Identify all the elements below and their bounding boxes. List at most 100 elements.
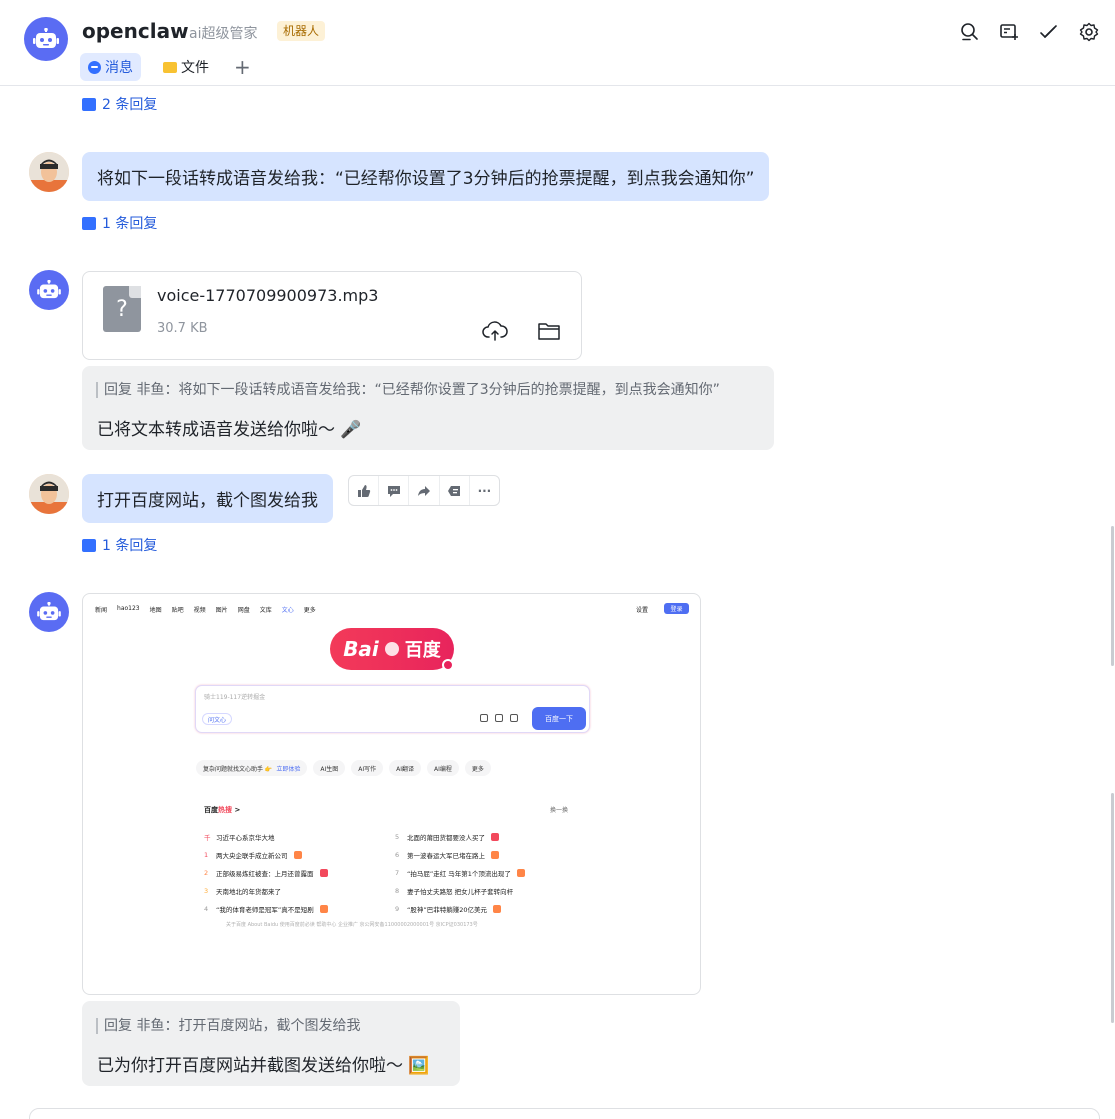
hot-item: 3 天南地北的年货都来了 <box>204 882 328 900</box>
user-avatar[interactable] <box>29 474 69 514</box>
add-tab-button[interactable]: + <box>228 53 257 81</box>
baidu-logo-bai: Bai <box>343 637 379 661</box>
baidu-nav-item: 文库 <box>259 607 272 614</box>
hot-rank: 5 <box>395 833 400 841</box>
header-actions <box>957 20 1101 44</box>
tab-files-label: 文件 <box>181 60 209 76</box>
hot-text: 习近平心系京华大地 <box>216 834 275 842</box>
cloud-upload-icon[interactable] <box>482 318 508 344</box>
chip-label: AI编程 <box>434 765 452 773</box>
forward-icon[interactable] <box>409 476 440 505</box>
check-icon[interactable] <box>1037 20 1061 44</box>
baidu-nav-item: 地图 <box>149 607 162 614</box>
hot-text: “股神”巴菲特躺赚20亿美元 <box>407 906 488 914</box>
scrollbar-thumb[interactable] <box>1111 526 1114 666</box>
tab-messages-label: 消息 <box>105 60 133 76</box>
baidu-search-box: 骑士119-117逆转掘金 问文心 百度一下 <box>195 685 590 733</box>
user-avatar[interactable] <box>29 152 69 192</box>
message-text: 已为你打开百度网站并截图发送给你啦～ 🖼️ <box>97 1056 430 1076</box>
thread-reply-link[interactable]: 1 条回复 <box>82 534 158 555</box>
baidu-nav-item: 图片 <box>215 607 228 614</box>
baidu-paw-icon <box>384 642 399 656</box>
hot-rank: 9 <box>395 905 400 913</box>
message-icon <box>88 60 101 74</box>
hot-item: 8 妻子怕丈夫路怒 把女儿杯子套转向杆 <box>395 882 525 900</box>
hot-item: 1 两大央企联手成立新公司 <box>204 846 328 864</box>
hot-text: 北面的莆田货都要没人买了 <box>407 834 485 842</box>
pin-icon[interactable] <box>440 476 470 505</box>
chip-label: AI生图 <box>320 765 339 773</box>
chevron-right-icon: > <box>234 806 241 814</box>
hot-tag-icon <box>319 869 328 877</box>
hot-rank: 千 <box>204 834 211 842</box>
reply-count: 2 条回复 <box>102 97 158 113</box>
baidu-screenshot-image[interactable]: 新闻 hao123 地图 贴吧 视频 图片 网盘 文库 文心 更多 设置 登录 … <box>82 593 701 995</box>
bot-reply-bubble[interactable]: 回复 非鱼：将如下一段话转成语音发给我：“已经帮你设置了3分钟后的抢票提醒，到点… <box>82 366 774 450</box>
hot-rank: 3 <box>204 887 209 895</box>
scrollbar-thumb[interactable] <box>1111 793 1114 1023</box>
hot-title-text: 百度 <box>204 806 218 814</box>
hot-rank: 1 <box>204 851 209 859</box>
file-name: voice-1770709900973.mp3 <box>157 286 379 305</box>
quoted-message: 回复 非鱼：将如下一段话转成语音发给我：“已经帮你设置了3分钟后的抢票提醒，到点… <box>96 382 720 398</box>
baidu-settings: 设置 <box>636 607 649 614</box>
file-size: 30.7 KB <box>157 321 208 336</box>
new-tag-icon <box>319 905 328 913</box>
chat-subtitle: ai超级管家 <box>189 26 258 42</box>
robot-icon <box>33 28 59 48</box>
user-photo <box>29 152 69 192</box>
bot-avatar[interactable] <box>24 17 68 61</box>
search-icon[interactable] <box>957 20 981 44</box>
more-icon[interactable]: ··· <box>470 476 499 505</box>
chip-label: AI写作 <box>358 765 377 773</box>
hot-item: 2 正部级易炼红被查：上月还曾露面 <box>204 864 328 882</box>
reply-count: 1 条回复 <box>102 216 158 232</box>
file-attachment-card[interactable]: ? voice-1770709900973.mp3 30.7 KB <box>82 271 582 360</box>
chip-label: 复杂问题就找文心助手 👉 <box>203 765 273 773</box>
user-message-bubble[interactable]: 打开百度网站，截个图发给我 <box>82 474 333 523</box>
unknown-file-icon: ? <box>103 286 141 332</box>
attach-icon <box>495 714 503 722</box>
baidu-refresh: 换一换 <box>550 807 569 814</box>
message-input[interactable] <box>29 1108 1100 1119</box>
settings-icon[interactable] <box>1077 20 1101 44</box>
hot-text: “拍马屁”走红 马年第1个顶流出现了 <box>407 870 511 878</box>
thumbs-up-icon[interactable] <box>349 476 380 505</box>
baidu-nav-item: 视频 <box>193 607 206 614</box>
robot-icon <box>37 602 61 621</box>
baidu-chip: 更多 <box>464 760 491 776</box>
hot-item: 4 “我的体育老师是冠军”真不是短剧 <box>204 900 328 918</box>
new-tag-icon <box>293 851 302 859</box>
new-tag-icon <box>516 869 525 877</box>
hot-item: 5 北面的莆田货都要没人买了 <box>395 828 525 846</box>
reply-thread-icon <box>82 534 96 552</box>
message-text: 已将文本转成语音发送给你啦～ 🎤 <box>97 420 362 440</box>
hot-rank: 4 <box>204 905 209 913</box>
user-message-bubble[interactable]: 将如下一段话转成语音发给我：“已经帮你设置了3分钟后的抢票提醒，到点我会通知你” <box>82 152 770 201</box>
baidu-wenxin-chip: 问文心 <box>202 713 233 725</box>
scrollbar[interactable] <box>1111 86 1115 1119</box>
folder-open-icon[interactable] <box>536 318 562 344</box>
image-icon <box>510 714 518 722</box>
play-icon <box>442 659 454 671</box>
baidu-chip: AI翻译 <box>389 760 422 776</box>
bot-avatar[interactable] <box>29 592 69 632</box>
new-tag-icon <box>491 851 499 859</box>
bot-reply-bubble[interactable]: 回复 非鱼：打开百度网站，截个图发给我 已为你打开百度网站并截图发送给你啦～ 🖼… <box>82 1001 460 1086</box>
baidu-hot-title: 百度热搜 > <box>204 805 240 815</box>
tab-files[interactable]: 文件 <box>155 53 217 81</box>
baidu-search-button: 百度一下 <box>532 707 586 730</box>
reply-count: 1 条回复 <box>102 538 158 554</box>
thread-reply-link[interactable]: 1 条回复 <box>82 212 158 233</box>
hot-rank: 6 <box>395 851 400 859</box>
new-chat-icon[interactable] <box>997 20 1021 44</box>
tab-messages[interactable]: 消息 <box>80 53 141 81</box>
baidu-login: 登录 <box>664 603 689 614</box>
comment-icon[interactable] <box>379 476 410 505</box>
hot-text: 妻子怕丈夫路怒 把女儿杯子套转向杆 <box>407 888 514 896</box>
bot-avatar[interactable] <box>29 270 69 310</box>
user-photo <box>29 474 69 514</box>
thread-reply-link[interactable]: 2 条回复 <box>82 93 158 114</box>
hot-text: 天南地北的年货都来了 <box>216 888 281 896</box>
baidu-chip: AI生图 <box>313 760 346 776</box>
